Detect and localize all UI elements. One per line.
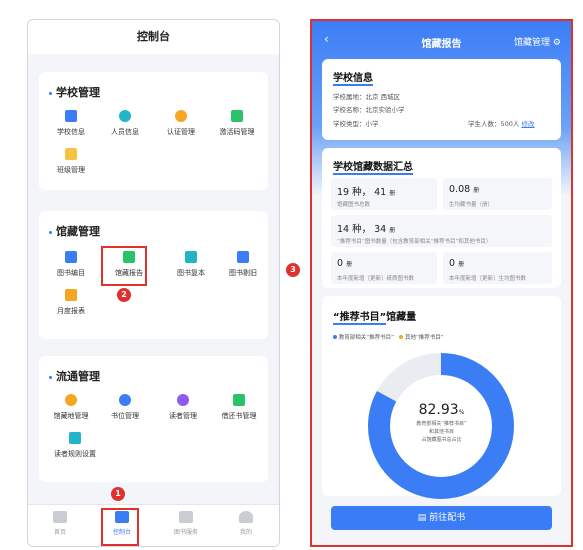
- target-icon: [119, 394, 131, 406]
- school-management-card: 学校管理 学校信息 人员信息 认证管理 激活码管理 班级管理: [39, 72, 268, 190]
- school-building-icon: [65, 110, 77, 122]
- school-info-title: 学校信息: [333, 73, 373, 86]
- reader-rules-item[interactable]: 读者规则设置: [45, 432, 105, 459]
- legend-dot-blue: [333, 335, 337, 339]
- location-management-item[interactable]: 馆藏地管理: [45, 394, 97, 421]
- reader-icon: [177, 394, 189, 406]
- books-icon: [179, 511, 193, 523]
- school-name: 学校名称：北京实验小学: [333, 106, 405, 114]
- tab-home[interactable]: 首页: [40, 511, 80, 536]
- collection-management-card: 馆藏管理 图书编目 馆藏报告 图书复本 图书剔旧 月度报表: [39, 211, 268, 339]
- book-remove-icon: [237, 251, 249, 263]
- check-card-icon: [231, 110, 243, 122]
- circulation-management-card: 流通管理 馆藏地管理 书位管理 读者管理 借还书管理 读者规则设置: [39, 356, 268, 482]
- step-badge-1: 1: [111, 487, 125, 501]
- home-icon: [53, 511, 67, 523]
- collection-management-title: 馆藏管理: [49, 223, 100, 239]
- user-key-icon: [175, 110, 187, 122]
- borrow-icon: [233, 394, 245, 406]
- stat-new-paper-books: 0 册 本年度新增（更新）纸质图书数: [331, 252, 437, 284]
- recommended-holdings-card: “推荐书目”馆藏量 教育部相关“推荐书目” 其他“推荐书目” 82.93% 教育…: [322, 296, 561, 499]
- tab-book-service[interactable]: 图书服务: [166, 511, 206, 536]
- page-title: 控制台: [28, 20, 279, 54]
- stat-recommended-books: 14 种， 34 册 “推荐书目”图书数量（包含教育部相关“推荐书目”和其他书目…: [331, 215, 552, 247]
- settings-circle-icon: ⚙: [550, 38, 561, 48]
- bottom-tab-bar: 首页 控制台 图书服务 我的: [28, 504, 279, 546]
- people-icon: [119, 110, 131, 122]
- student-count: 学生人数：500人 修改: [468, 120, 535, 128]
- summary-title: 学校馆藏数据汇总: [333, 162, 413, 175]
- chart-icon: [65, 289, 77, 301]
- step-badge-3: 3: [286, 263, 300, 277]
- school-info-item[interactable]: 学校信息: [45, 110, 97, 137]
- book-weeding-item[interactable]: 图书剔旧: [217, 251, 269, 278]
- nav-bar: ‹ 馆藏报告 馆藏管理 ⚙: [312, 21, 571, 61]
- holdings-title: “推荐书目”馆藏量: [333, 312, 417, 325]
- book-open-icon: ▤: [417, 513, 427, 523]
- book-icon: [65, 251, 77, 263]
- go-to-order-books-button[interactable]: ▤ 前往配书: [331, 506, 552, 530]
- collection-management-link[interactable]: 馆藏管理 ⚙: [514, 35, 561, 48]
- stat-books-per-student: 0.08 册 生均藏书量（册）: [443, 178, 552, 210]
- console-tab-highlight: [101, 508, 139, 546]
- activation-code-item[interactable]: 激活码管理: [211, 110, 263, 137]
- school-location: 学校属地：北京 西城区: [333, 93, 401, 101]
- collection-summary-card: 学校馆藏数据汇总 19 种， 41 册 馆藏图书总数 0.08 册 生均藏书量（…: [322, 148, 561, 288]
- tab-mine[interactable]: 我的: [226, 511, 266, 536]
- legend-dot-orange: [399, 335, 404, 339]
- auth-management-item[interactable]: 认证管理: [155, 110, 207, 137]
- school-management-title: 学校管理: [49, 84, 100, 100]
- donut-center-value: 82.93%: [418, 402, 465, 418]
- collection-report-highlight: [101, 246, 147, 286]
- circulation-management-title: 流通管理: [49, 368, 100, 384]
- copy-icon: [185, 251, 197, 263]
- user-icon: [239, 511, 253, 523]
- shelf-management-item[interactable]: 书位管理: [99, 394, 151, 421]
- donut-center-caption: 教育部相关“推荐书目” 和其他书目 占馆藏图书总占比: [416, 421, 467, 443]
- book-cataloging-item[interactable]: 图书编目: [45, 251, 97, 278]
- borrow-return-item[interactable]: 借还书管理: [213, 394, 265, 421]
- step-badge-2: 2: [117, 288, 131, 302]
- class-icon: [65, 148, 77, 160]
- monthly-report-item[interactable]: 月度报表: [45, 289, 97, 316]
- rules-icon: [69, 432, 81, 444]
- collection-report-screen: ‹ 馆藏报告 馆藏管理 ⚙ 学校信息 学校属地：北京 西城区 学校名称：北京实验…: [310, 19, 573, 547]
- reader-management-item[interactable]: 读者管理: [157, 394, 209, 421]
- book-copies-item[interactable]: 图书复本: [165, 251, 217, 278]
- school-type: 学校类型：小学: [333, 120, 379, 128]
- school-info-card: 学校信息 学校属地：北京 西城区 学校名称：北京实验小学 学校类型：小学 学生人…: [322, 59, 561, 140]
- stat-new-per-student: 0 册 本年度新增（更新）生均图书数: [443, 252, 552, 284]
- edit-link[interactable]: 修改: [522, 120, 535, 128]
- chart-legend: 教育部相关“推荐书目” 其他“推荐书目”: [333, 333, 444, 341]
- stat-total-books: 19 种， 41 册 馆藏图书总数: [331, 178, 437, 210]
- staff-info-item[interactable]: 人员信息: [99, 110, 151, 137]
- console-screen: 控制台 学校管理 学校信息 人员信息 认证管理 激活码管理 班级管理 馆藏管理 …: [27, 19, 280, 547]
- class-management-item[interactable]: 班级管理: [45, 148, 97, 175]
- location-pin-icon: [65, 394, 77, 406]
